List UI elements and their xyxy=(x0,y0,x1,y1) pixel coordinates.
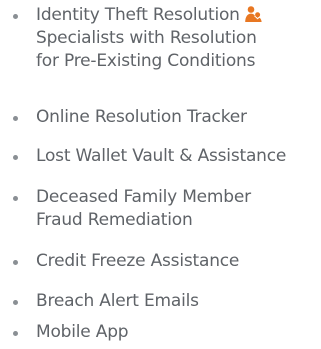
list-item-line: Fraud Remediation xyxy=(36,210,193,230)
bullet-icon xyxy=(13,260,18,265)
list-item: Identity Theft Resolution Specialists wi… xyxy=(0,4,321,78)
list-item-line: Credit Freeze Assistance xyxy=(36,251,240,271)
feature-list: Identity Theft Resolution Specialists wi… xyxy=(0,0,321,349)
list-item-line: Mobile App xyxy=(36,322,129,342)
list-item: Credit Freeze Assistance xyxy=(0,250,321,274)
list-item: Online Resolution Tracker xyxy=(0,106,321,130)
list-item-line: Deceased Family Member xyxy=(36,187,251,207)
bullet-icon xyxy=(13,300,18,305)
list-item-text: Breach Alert Emails xyxy=(36,290,321,313)
list-item-text: Lost Wallet Vault & Assistance xyxy=(36,145,321,168)
list-item-text: Online Resolution Tracker xyxy=(36,106,321,129)
list-item-text: Credit Freeze Assistance xyxy=(36,250,321,273)
bullet-icon xyxy=(13,196,18,201)
list-item: Lost Wallet Vault & Assistance xyxy=(0,145,321,169)
list-item-line: for Pre-Existing Conditions xyxy=(36,51,256,71)
list-item: Deceased Family Member Fraud Remediation xyxy=(0,186,321,234)
bullet-icon xyxy=(13,116,18,121)
list-item-text: Deceased Family Member Fraud Remediation xyxy=(36,186,321,232)
list-item-text: Mobile App xyxy=(36,321,321,344)
list-item-line: Breach Alert Emails xyxy=(36,291,199,311)
list-item: Mobile App xyxy=(0,321,321,345)
list-item: Breach Alert Emails xyxy=(0,290,321,314)
list-item-text-segment: Identity Theft Resolution xyxy=(36,5,240,25)
list-item-line: Identity Theft Resolution xyxy=(36,4,321,27)
person-icon xyxy=(244,5,262,23)
list-item-text: Identity Theft Resolution Specialists wi… xyxy=(36,4,321,73)
bullet-icon xyxy=(13,155,18,160)
list-item-line: Specialists with Resolution xyxy=(36,28,257,48)
list-item-line: Lost Wallet Vault & Assistance xyxy=(36,146,287,166)
bullet-icon xyxy=(13,14,18,19)
bullet-icon xyxy=(13,331,18,336)
list-item-line: Online Resolution Tracker xyxy=(36,107,247,127)
